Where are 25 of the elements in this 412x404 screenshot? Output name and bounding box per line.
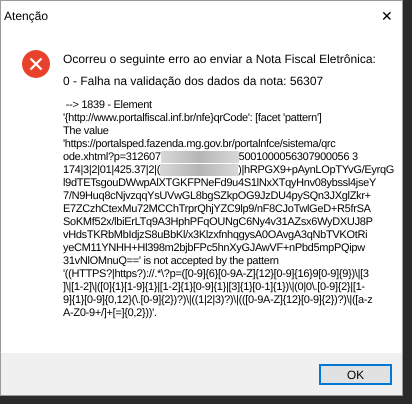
error-detail-text: 7/N9Huq8cNjvzqqYsUVwGL8bgSZkpOG9JzDU4pySQn3JXglZkr+ xyxy=(63,190,371,203)
error-detail-text: '{http://www.portalfiscal.inf.br/nfe}qrCode': [facet 'pattern'] xyxy=(63,112,322,125)
error-detail-text: 31vNlOMnuQ==' is not accepted by the pattern xyxy=(63,255,279,268)
error-detail-text: ode.xhtml?p=312607 xyxy=(63,151,161,164)
error-detail-text: 5001000056307900056 3 xyxy=(238,151,358,164)
error-detail-text: E7ZCzhCtexMu72MCChTrprQhjYZC9lp9/nF8CJoTwlGeD+R5frSA xyxy=(63,203,371,216)
error-detail-text: '((HTTPS?|https?)://.*\?p=([0-9]{6}[0-9A-Z]{12}[0-9]{16}9[0-9]{9})\|[3 xyxy=(63,268,369,281)
error-detail-text: A-Z0-9+/]+[=]{0,2}))'. xyxy=(63,307,157,320)
error-detail-text: vHdsTKRbMbIdjzS8uBbKl/x3KlzxfnhqgysA0OAvgA3qNbTVKOtRi xyxy=(63,229,368,242)
error-detail-text: 'https://portalsped.fazenda.mg.gov.br/portalnfce/sistema/qrc xyxy=(63,138,336,151)
window-title: Atenção xyxy=(4,8,48,25)
error-detail-text: ]\|[1-2]\|([0]{1}[1-9]{1}|[1-2]{1}[0-9]{1}|[3]{1}[0-1]{1})\|(0|0\.[0-9]{2}|[1- xyxy=(63,281,365,294)
error-summary: 0 - Falha na validação dos dados da nota: 56307 xyxy=(63,73,324,89)
error-detail-text: --> 1839 - Element xyxy=(64,99,152,112)
error-detail-text: l9dTETsgouDWwpAlXTGKFPNeFd9u4S1lNxXTqyHnv08ybssl4jseY xyxy=(63,177,376,190)
error-detail-text: SoKMf52x/lbiErLTq9A3HphPFqOUNgC6Ny4v31AZsx6WyDXUJ8P xyxy=(63,216,373,229)
error-detail-text: )|hRPGX9+pAynLOpTYvG/EyrqG xyxy=(238,164,394,177)
error-detail-text: 9]{1}[0-9]{0,12}(\.[0-9]{2})?)\|((1|2|3)?)\|(([0-9A-Z]{12}[0-9]{2})?)\|([a-z xyxy=(63,294,372,307)
error-icon xyxy=(21,49,51,79)
close-button[interactable]: ✕ xyxy=(372,2,402,30)
error-detail-text: The value xyxy=(63,125,109,138)
error-detail-text: yeCM11YNHH+Hl398m2bjbFPc5hnXyGJAwVF+nPbd5mpPQipw xyxy=(63,242,365,255)
error-heading: Ocorreu o seguinte erro ao enviar a Nota Fiscal Eletrônica: xyxy=(63,51,377,67)
error-detail-text: 174|3|2|01|425.37|2|( xyxy=(63,164,160,177)
ok-button[interactable]: OK xyxy=(319,364,392,384)
